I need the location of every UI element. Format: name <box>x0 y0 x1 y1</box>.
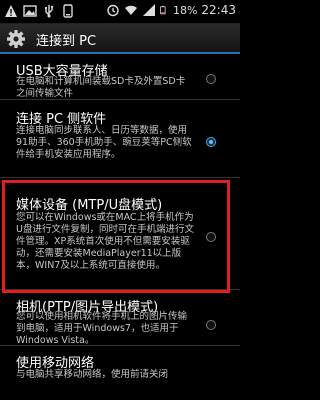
option-summary: 与电脑共享移动网络，使用前请关闭 <box>16 369 169 380</box>
option-radio[interactable] <box>206 137 216 147</box>
title-bar: 连接到 PC <box>0 24 240 54</box>
option-media-device-mtp[interactable]: 媒体设备 (MTP/U盘模式) 您可以在Windows或在MAC上将手机作为U盘… <box>0 178 240 290</box>
page-title: 连接到 PC <box>36 34 97 49</box>
option-title: 媒体设备 (MTP/U盘模式) <box>16 198 163 213</box>
alarm-icon <box>107 4 119 17</box>
image-icon <box>23 5 37 17</box>
usb-icon <box>45 5 54 18</box>
notification-icons <box>4 4 75 18</box>
system-status: 18% 22:43 <box>106 3 236 17</box>
warning-icon <box>5 5 17 17</box>
option-summary: 您可以使用相机软件将手机上的图片传输到电脑，适用于Windows7，也适用于Wi… <box>16 311 188 346</box>
option-radio[interactable] <box>206 74 216 84</box>
battery-icon <box>160 5 166 15</box>
option-camera-ptp[interactable]: 相机(PTP/图片导出模式) 您可以使用相机软件将手机上的图片传输到电脑，适用于… <box>0 290 240 346</box>
status-bar: 18% 22:43 <box>0 0 240 24</box>
option-mobile-network[interactable]: 使用移动网络 与电脑共享移动网络，使用前请关闭 <box>0 346 240 400</box>
option-usb-mass-storage[interactable]: USB大容量存储 在电脑和计算机间装载SD卡及外置SD卡之间传输文件 <box>0 54 240 100</box>
phone-icon <box>63 4 73 18</box>
battery-percent: 18% <box>172 3 198 17</box>
wifi-icon <box>124 5 137 15</box>
option-summary: 在电脑和计算机间装载SD卡及外置SD卡之间传输文件 <box>16 76 186 99</box>
clock: 22:43 <box>201 3 236 17</box>
gear-icon <box>7 30 25 48</box>
option-radio[interactable] <box>206 320 216 330</box>
signal-icon <box>142 4 155 16</box>
option-radio[interactable] <box>206 232 216 242</box>
option-pc-software[interactable]: 连接 PC 侧软件 连接电脑同步联系人、日历等数据，使用91助手、360手机助手… <box>0 100 240 178</box>
option-summary: 连接电脑同步联系人、日历等数据，使用91助手、360手机助手、豌豆荚等PC侧软件… <box>16 125 192 160</box>
option-summary: 您可以在Windows或在MAC上将手机作为U盘进行文件复制，同时可在手机端进行… <box>16 212 194 271</box>
